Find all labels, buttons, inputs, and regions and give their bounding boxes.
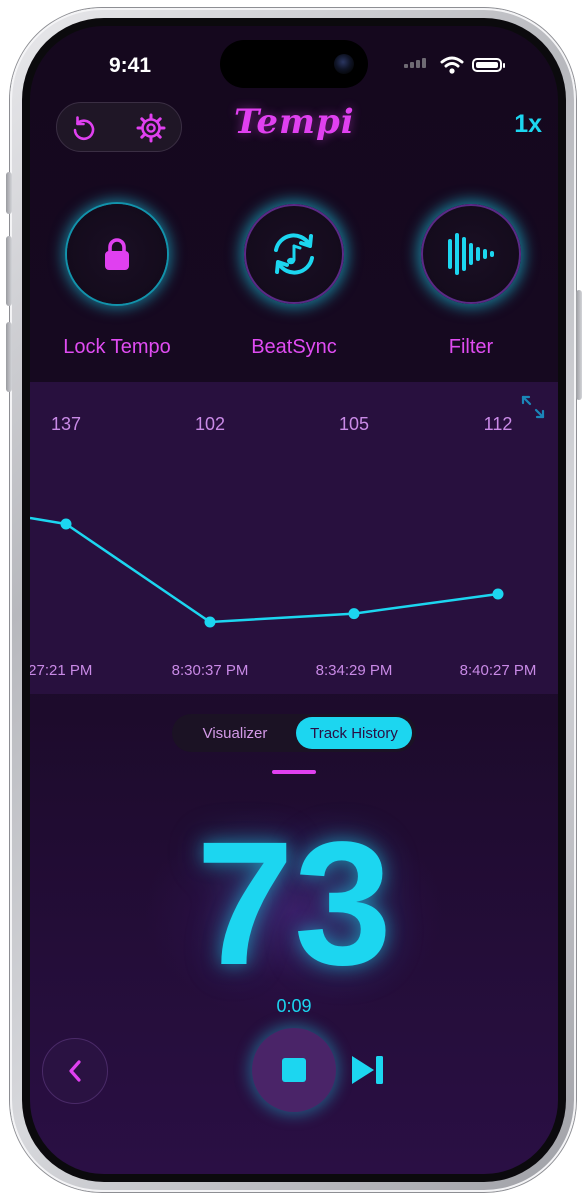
tempo-history-chart: 137 8:27:21 PM 102 8:30:37 PM 105 8:34:29 PM 1… (30, 382, 558, 694)
reset-icon (73, 116, 95, 140)
series-line (65, 522, 499, 624)
data-label: 137 (51, 414, 81, 434)
tab-visualizer[interactable]: Visualizer (176, 717, 294, 749)
x-tick-label: 8:40:27 PM (460, 662, 537, 679)
header-controls (56, 102, 182, 152)
gear-icon (136, 113, 166, 143)
x-tick-label: 8:34:29 PM (316, 662, 393, 679)
data-label: 102 (195, 414, 225, 434)
filter-button[interactable]: Filter (396, 204, 546, 364)
filter-label: Filter (448, 336, 494, 358)
data-point (492, 588, 504, 600)
front-camera (334, 54, 354, 74)
volume-up-button (6, 236, 12, 306)
data-point (204, 616, 216, 628)
x-tick-label: 8:30:37 PM (172, 662, 249, 679)
elapsed-time: 0:09 (276, 996, 312, 1016)
lock-tempo-circle (67, 204, 167, 304)
tab-track-history[interactable]: Track History (296, 717, 412, 749)
data-label: 105 (339, 414, 369, 434)
lock-tempo-button[interactable]: Lock Tempo (42, 204, 192, 364)
lock-icon (105, 238, 129, 270)
app-logo: Tempi (234, 102, 355, 142)
beatsync-label: BeatSync (251, 336, 337, 358)
drag-handle[interactable] (272, 770, 316, 774)
lock-tempo-label: Lock Tempo (63, 336, 171, 358)
back-button[interactable] (42, 1038, 108, 1104)
power-button (576, 290, 582, 400)
sync-music-icon (274, 233, 314, 275)
data-point (60, 518, 72, 530)
status-time: 9:41 (108, 54, 152, 77)
action-button (6, 172, 12, 214)
filter-circle (421, 204, 521, 304)
settings-button[interactable] (135, 112, 167, 144)
expand-icon[interactable] (520, 394, 546, 420)
beatsync-button[interactable]: BeatSync (219, 204, 369, 364)
skip-next-icon[interactable] (348, 1052, 388, 1088)
battery-icon (472, 58, 505, 72)
x-tick-label: 8:27:21 PM (30, 662, 92, 679)
stop-icon (282, 1058, 306, 1082)
data-label: 112 (484, 414, 513, 434)
chart-canvas: 137 8:27:21 PM 102 8:30:37 PM 105 8:34:29 PM 1… (30, 414, 537, 679)
dynamic-island (220, 40, 368, 88)
chevron-left-icon (69, 1060, 81, 1082)
reset-button[interactable] (67, 112, 99, 144)
stop-button[interactable] (252, 1028, 336, 1112)
waveform-icon (448, 233, 494, 275)
wifi-icon (440, 56, 464, 74)
view-segmented-control: Visualizer Track History (172, 714, 416, 752)
beatsync-circle (244, 204, 344, 304)
tempo-value: 73 (196, 806, 392, 1002)
playback-speed-button[interactable]: 1x (492, 110, 542, 139)
volume-down-button (6, 322, 12, 392)
data-point (348, 608, 360, 620)
app-screen: 9:41 Tempi 1x Lock Tempo BeatSync Filter… (30, 26, 558, 1174)
